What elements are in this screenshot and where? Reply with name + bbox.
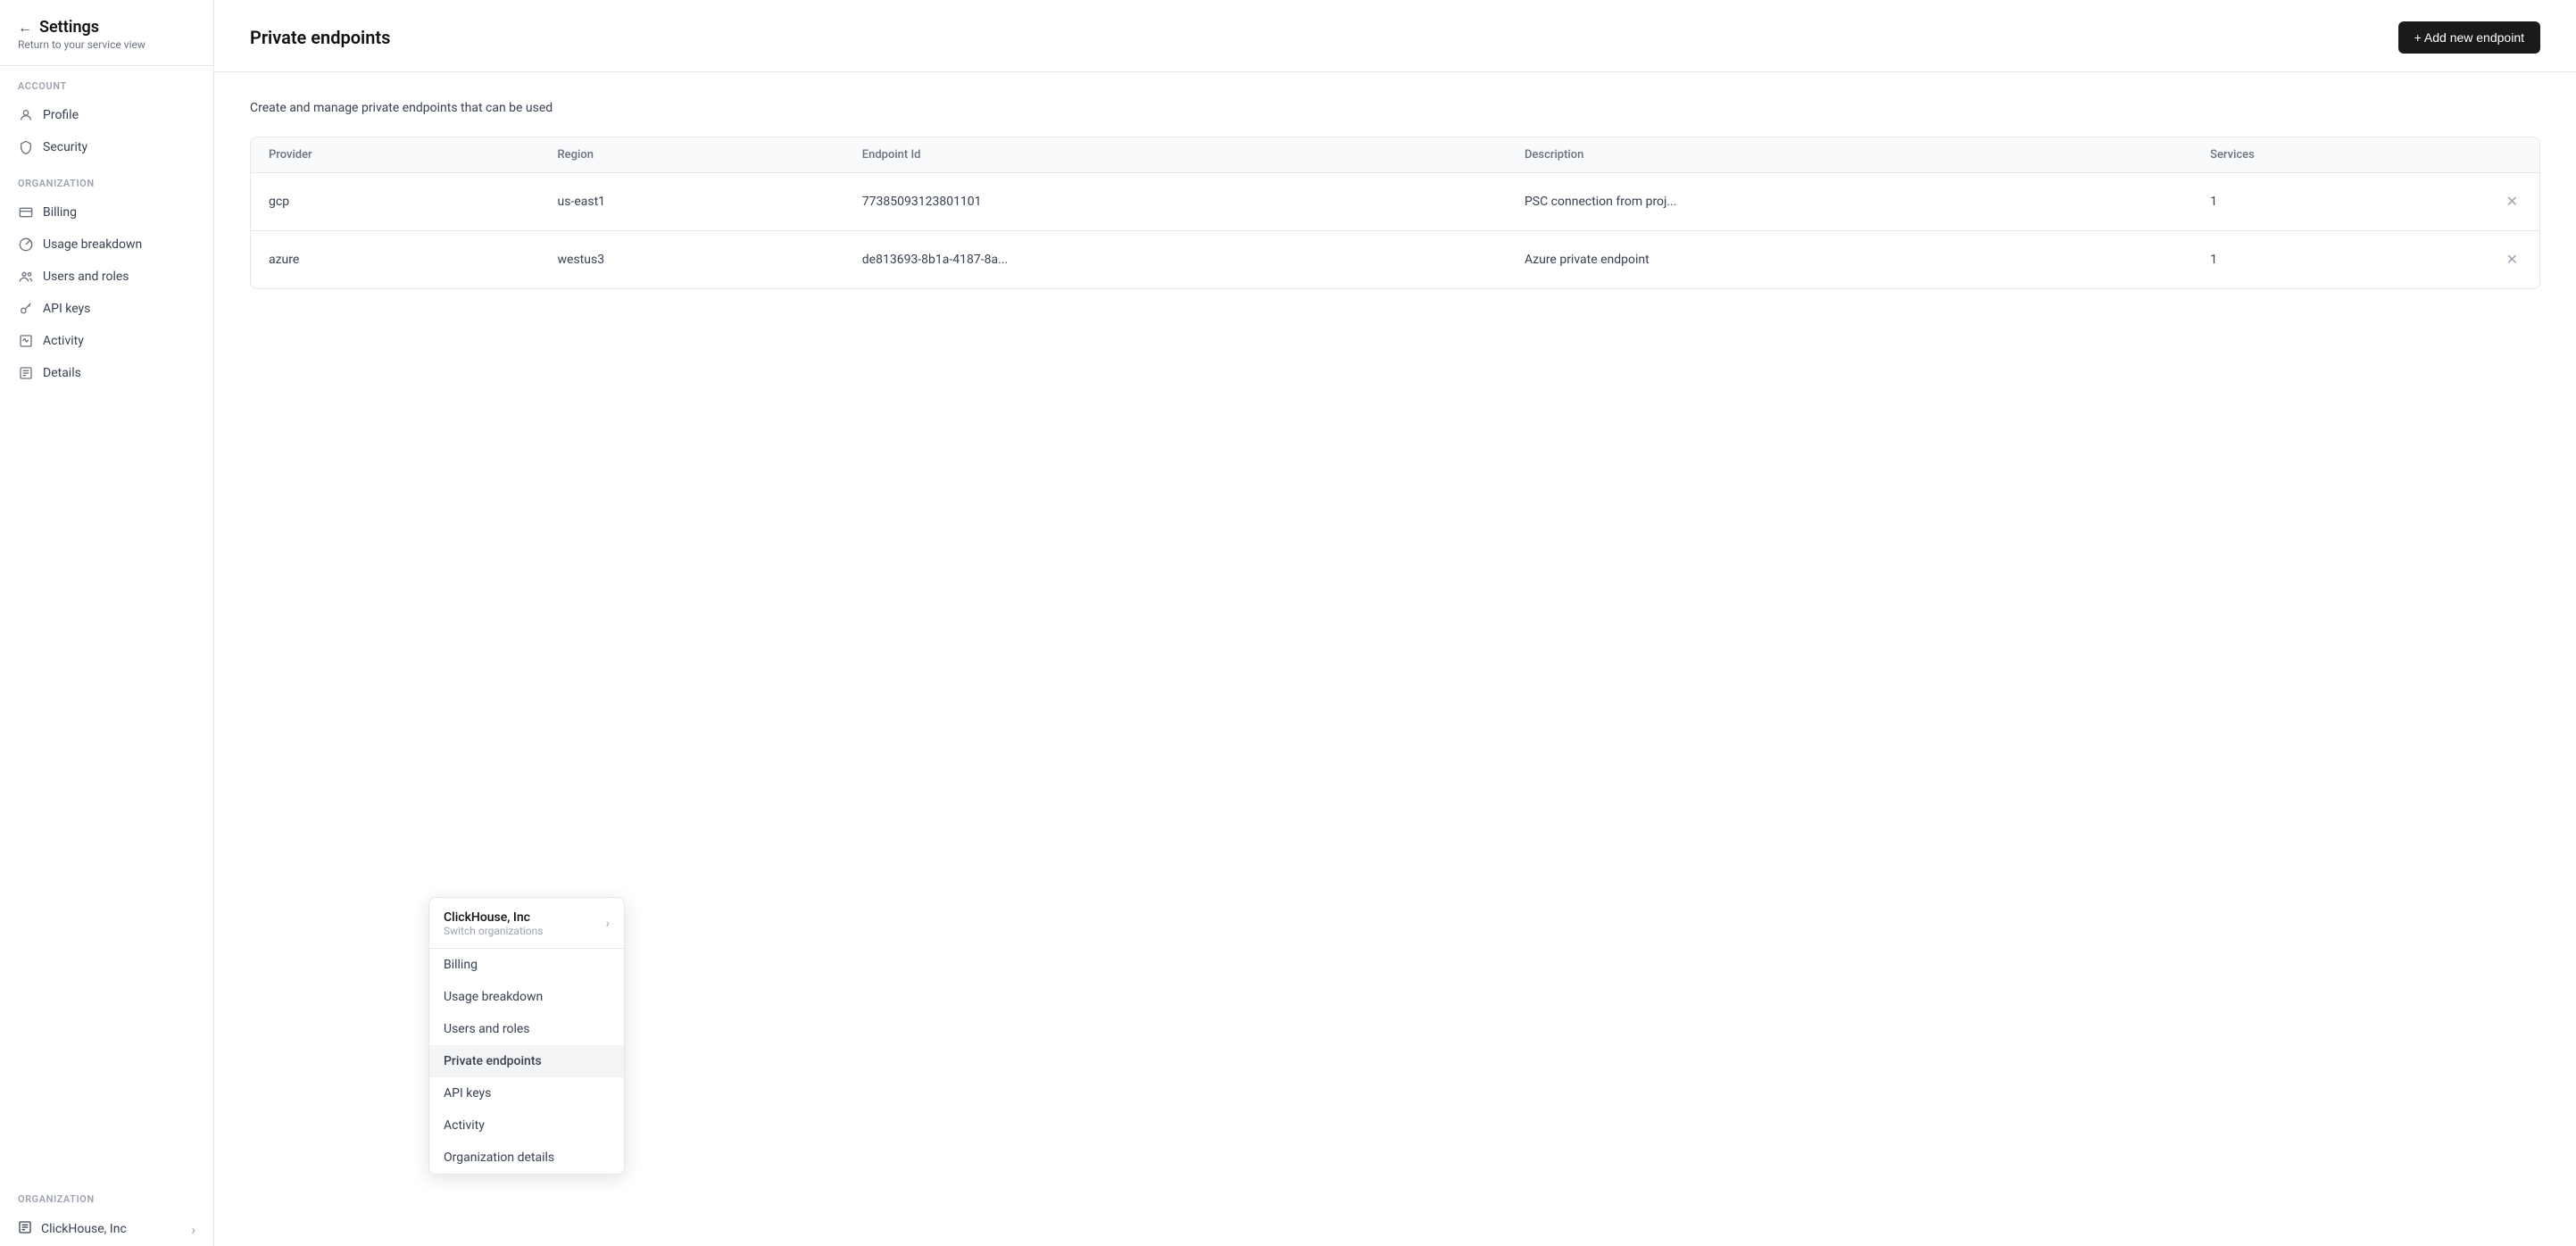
- cell-services-0: 1: [2192, 173, 2485, 231]
- main-content-area: Private endpoints + Add new endpoint Cre…: [214, 0, 2576, 1246]
- cell-endpoint-id-0: 77385093123801101: [844, 173, 1507, 231]
- sidebar-item-users-and-roles[interactable]: Users and roles: [0, 261, 213, 293]
- cell-action-1: ✕: [2485, 231, 2539, 289]
- dropdown-item-billing[interactable]: Billing: [429, 949, 624, 981]
- cell-description-1: Azure private endpoint: [1507, 231, 2192, 289]
- col-region: Region: [540, 137, 844, 173]
- sidebar-item-security[interactable]: Security: [0, 131, 213, 163]
- users-icon: [18, 269, 34, 285]
- col-services: Services: [2192, 137, 2485, 173]
- org-dropdown-menu: ClickHouse, Inc Switch organizations › B…: [428, 897, 625, 1175]
- page-description: Create and manage private endpoints that…: [250, 101, 2540, 115]
- bottom-org-label: Organization: [0, 1179, 213, 1212]
- dropdown-item-usage-breakdown[interactable]: Usage breakdown: [429, 981, 624, 1013]
- delete-row-1-button[interactable]: ✕: [2503, 247, 2522, 272]
- main-header: Private endpoints + Add new endpoint: [214, 0, 2576, 72]
- details-icon: [18, 365, 34, 381]
- cell-services-1: 1: [2192, 231, 2485, 289]
- sidebar-org-item[interactable]: ClickHouse, Inc ›: [0, 1212, 213, 1246]
- cell-region-0: us-east1: [540, 173, 844, 231]
- sidebar-item-profile[interactable]: Profile: [0, 99, 213, 131]
- sidebar-item-usage-breakdown[interactable]: Usage breakdown: [0, 228, 213, 261]
- sidebar-item-activity[interactable]: Activity: [0, 325, 213, 357]
- sidebar-item-api-keys-label: API keys: [43, 302, 90, 316]
- cell-region-1: westus3: [540, 231, 844, 289]
- organization-section-label: Organization: [0, 163, 213, 196]
- cell-action-0: ✕: [2485, 173, 2539, 231]
- sidebar-item-billing[interactable]: Billing: [0, 196, 213, 228]
- dropdown-item-activity[interactable]: Activity: [429, 1109, 624, 1142]
- sidebar-item-api-keys[interactable]: API keys: [0, 293, 213, 325]
- org-icon: [18, 1220, 32, 1238]
- billing-icon: [18, 204, 34, 220]
- table-row: azure westus3 de813693-8b1a-4187-8a... A…: [251, 231, 2539, 289]
- sidebar-item-billing-label: Billing: [43, 205, 77, 220]
- sidebar-org-name: ClickHouse, Inc: [41, 1222, 127, 1236]
- account-section-label: Account: [0, 66, 213, 99]
- sidebar-item-usage-breakdown-label: Usage breakdown: [43, 237, 142, 252]
- sidebar-header: ← Settings Return to your service view: [0, 0, 213, 66]
- cell-provider-1: azure: [251, 231, 540, 289]
- cell-provider-0: gcp: [251, 173, 540, 231]
- back-link[interactable]: Return to your service view: [18, 38, 195, 51]
- dropdown-org-info: ClickHouse, Inc Switch organizations: [444, 910, 543, 937]
- sidebar-item-details[interactable]: Details: [0, 357, 213, 389]
- shield-icon: [18, 139, 34, 155]
- col-description: Description: [1507, 137, 2192, 173]
- add-new-endpoint-button[interactable]: + Add new endpoint: [2398, 21, 2540, 54]
- key-icon: [18, 301, 34, 317]
- sidebar: ← Settings Return to your service view A…: [0, 0, 214, 1246]
- table-header-row: Provider Region Endpoint Id Description …: [251, 137, 2539, 173]
- back-arrow-icon: ←: [18, 19, 32, 37]
- table-row: gcp us-east1 77385093123801101 PSC conne…: [251, 173, 2539, 231]
- settings-title-container: ← Settings: [18, 18, 195, 37]
- dropdown-chevron-icon: ›: [606, 917, 610, 931]
- dropdown-item-users-and-roles[interactable]: Users and roles: [429, 1013, 624, 1045]
- col-actions: [2485, 137, 2539, 173]
- sidebar-item-details-label: Details: [43, 366, 81, 380]
- sidebar-item-users-and-roles-label: Users and roles: [43, 270, 129, 284]
- delete-row-0-button[interactable]: ✕: [2503, 189, 2522, 214]
- sidebar-item-security-label: Security: [43, 140, 87, 154]
- activity-icon: [18, 333, 34, 349]
- sidebar-org-left: ClickHouse, Inc: [18, 1220, 127, 1238]
- dropdown-org-sub: Switch organizations: [444, 925, 543, 937]
- settings-title-text: Settings: [39, 18, 99, 37]
- dropdown-org-header[interactable]: ClickHouse, Inc Switch organizations ›: [429, 898, 624, 949]
- dropdown-item-private-endpoints[interactable]: Private endpoints: [429, 1045, 624, 1077]
- dropdown-item-org-details[interactable]: Organization details: [429, 1142, 624, 1174]
- endpoints-table-container: Provider Region Endpoint Id Description …: [250, 137, 2540, 289]
- endpoints-table: Provider Region Endpoint Id Description …: [251, 137, 2539, 288]
- dropdown-item-api-keys[interactable]: API keys: [429, 1077, 624, 1109]
- sidebar-item-profile-label: Profile: [43, 108, 79, 122]
- col-provider: Provider: [251, 137, 540, 173]
- sidebar-item-activity-label: Activity: [43, 334, 84, 348]
- user-icon: [18, 107, 34, 123]
- chevron-right-icon: ›: [191, 1221, 195, 1238]
- col-endpoint-id: Endpoint Id: [844, 137, 1507, 173]
- cell-description-0: PSC connection from proj...: [1507, 173, 2192, 231]
- dropdown-org-name: ClickHouse, Inc: [444, 910, 543, 925]
- main-body: Create and manage private endpoints that…: [214, 72, 2576, 318]
- usage-icon: [18, 237, 34, 253]
- page-title: Private endpoints: [250, 27, 390, 48]
- cell-endpoint-id-1: de813693-8b1a-4187-8a...: [844, 231, 1507, 289]
